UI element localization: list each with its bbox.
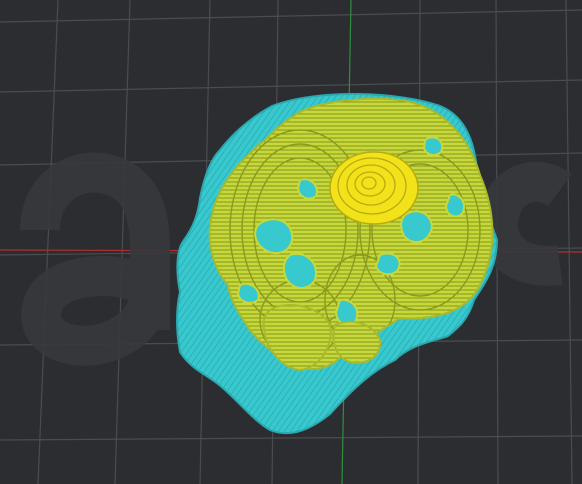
model-top-surface xyxy=(329,151,419,225)
gcode-preview-viewport[interactable] xyxy=(0,0,582,484)
